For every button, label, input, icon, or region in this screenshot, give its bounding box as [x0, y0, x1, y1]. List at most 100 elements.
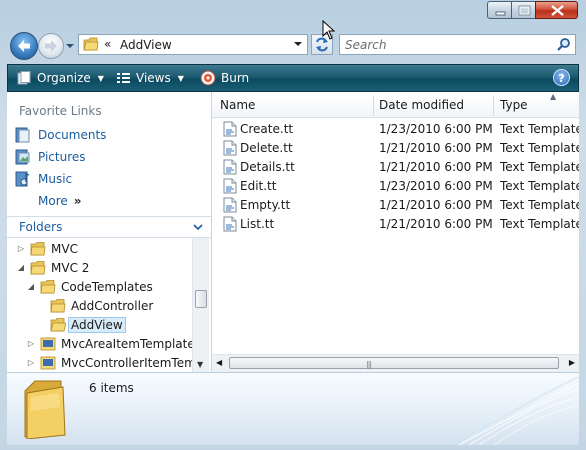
- address-dropdown-icon[interactable]: [293, 39, 303, 49]
- search-icon[interactable]: [556, 37, 571, 52]
- file-row[interactable]: Empty.tt 1/21/2010 6:00 PM Text Template: [212, 195, 579, 214]
- favorite-link-label: Pictures: [38, 150, 86, 164]
- forward-button[interactable]: [38, 33, 64, 59]
- text-template-file-icon: [223, 140, 237, 156]
- scroll-left-arrow-icon[interactable]: ◀: [216, 358, 222, 367]
- collapse-chevron-icon[interactable]: [193, 222, 203, 232]
- large-folder-icon: [24, 380, 66, 439]
- text-template-file-icon: [223, 159, 237, 175]
- folder-tree-scrollbar[interactable]: ▼: [192, 238, 209, 372]
- documents-icon: [15, 127, 30, 143]
- maximize-button[interactable]: [511, 1, 536, 19]
- text-template-file-icon: [223, 197, 237, 213]
- folder-icon: [83, 37, 99, 51]
- folders-heading: Folders: [19, 220, 63, 234]
- navigation-pane: Favorite Links Documents Pictures Music: [7, 92, 212, 372]
- address-path[interactable]: AddView: [120, 38, 172, 52]
- forward-arrow-icon: [45, 40, 57, 52]
- search-box[interactable]: [339, 34, 576, 55]
- scrollbar-thumb[interactable]: [195, 290, 207, 308]
- open-folder-icon: [50, 317, 66, 331]
- column-separator[interactable]: [373, 96, 374, 116]
- file-date-modified: 1/21/2010 6:00 PM: [379, 217, 493, 231]
- text-template-file-icon: [223, 178, 237, 194]
- file-row[interactable]: Create.tt 1/23/2010 6:00 PM Text Templat…: [212, 119, 579, 138]
- burn-button[interactable]: Burn: [200, 70, 249, 86]
- views-dropdown-icon: ▼: [177, 73, 184, 83]
- favorite-link-music[interactable]: Music: [15, 170, 72, 188]
- tree-node-label: AddController: [71, 298, 154, 313]
- file-row[interactable]: Delete.tt 1/21/2010 6:00 PM Text Templat…: [212, 138, 579, 157]
- tree-node-label: AddView: [68, 316, 126, 333]
- file-name: List.tt: [240, 217, 275, 231]
- address-breadcrumb-chevron[interactable]: «: [104, 37, 111, 51]
- close-button[interactable]: [535, 1, 578, 19]
- file-row[interactable]: List.tt 1/21/2010 6:00 PM Text Template: [212, 214, 579, 233]
- recent-pages-dropdown-icon[interactable]: [64, 40, 76, 52]
- search-input[interactable]: [345, 37, 545, 52]
- address-bar[interactable]: « AddView: [78, 34, 308, 55]
- favorite-link-label: Music: [38, 172, 73, 186]
- tree-node-mvccontrolleritemtemplate[interactable]: ▷ MvcControllerItemTempl: [26, 353, 192, 372]
- scrollbar-thumb[interactable]: |||: [229, 357, 559, 369]
- scrollbar-grip-icon: |||: [366, 360, 372, 369]
- column-separator[interactable]: [493, 96, 494, 116]
- file-date-modified: 1/21/2010 6:00 PM: [379, 198, 493, 212]
- explorer-window: « AddView Organize ▼: [0, 0, 586, 450]
- file-row[interactable]: Edit.tt 1/23/2010 6:00 PM Text Template: [212, 176, 579, 195]
- scroll-right-arrow-icon[interactable]: ▶: [569, 358, 575, 367]
- favorite-link-label: Documents: [38, 128, 107, 142]
- tree-node-mvcareaitemtemplatev2[interactable]: ▷ MvcAreaItemTemplatev2: [26, 334, 192, 353]
- file-type: Text Template: [500, 198, 579, 212]
- help-button[interactable]: ?: [553, 69, 570, 86]
- scroll-down-arrow-icon[interactable]: ▼: [197, 360, 203, 369]
- back-arrow-icon: [18, 40, 30, 52]
- tree-expander-icon[interactable]: ◢: [26, 282, 36, 291]
- organize-dropdown-icon: ▼: [97, 73, 104, 83]
- tree-node-addcontroller[interactable]: AddController: [36, 296, 153, 315]
- text-template-file-icon: [223, 121, 237, 137]
- organize-icon: [17, 70, 31, 84]
- file-name: Details.tt: [240, 160, 295, 174]
- folder-icon: [30, 260, 46, 274]
- column-header-date-modified[interactable]: Date modified: [379, 98, 464, 112]
- tree-node-label: MVC: [51, 241, 78, 256]
- file-row[interactable]: Details.tt 1/21/2010 6:00 PM Text Templa…: [212, 157, 579, 176]
- tree-node-addview[interactable]: AddView: [36, 315, 126, 334]
- column-header-type[interactable]: Type: [500, 98, 528, 112]
- tree-expander-icon[interactable]: ◢: [16, 263, 26, 272]
- music-icon: [15, 171, 30, 187]
- views-button[interactable]: Views ▼: [116, 70, 184, 86]
- folder-tree: ▷ MVC ◢ MVC 2 ◢ CodeTemplates AddControl…: [7, 238, 192, 372]
- tree-expander-icon[interactable]: ▷: [16, 244, 26, 253]
- organize-button[interactable]: Organize ▼: [17, 70, 104, 86]
- file-date-modified: 1/23/2010 6:00 PM: [379, 122, 493, 136]
- minimize-button[interactable]: [487, 1, 512, 19]
- tree-expander-icon[interactable]: ▷: [26, 358, 36, 367]
- tree-node-label: MvcAreaItemTemplatev2: [61, 336, 192, 351]
- back-button[interactable]: [10, 32, 38, 60]
- file-name: Edit.tt: [240, 179, 277, 193]
- template-folder-icon: [40, 356, 56, 369]
- favorite-link-pictures[interactable]: Pictures: [15, 148, 86, 166]
- file-type: Text Template: [500, 160, 579, 174]
- file-date-modified: 1/23/2010 6:00 PM: [379, 179, 493, 193]
- tree-node-mvc[interactable]: ▷ MVC: [16, 239, 78, 258]
- tree-node-label: MvcControllerItemTempl: [61, 355, 192, 370]
- folder-icon: [50, 298, 66, 312]
- burn-label: Burn: [221, 71, 250, 85]
- favorite-link-documents[interactable]: Documents: [15, 126, 106, 144]
- column-header-name[interactable]: Name: [220, 98, 255, 112]
- more-links-button[interactable]: More »: [38, 192, 82, 210]
- tree-expander-icon[interactable]: ▷: [26, 339, 36, 348]
- tree-node-codetemplates[interactable]: ◢ CodeTemplates: [26, 277, 153, 296]
- mouse-cursor-icon: [322, 20, 336, 40]
- file-type: Text Template: [500, 122, 579, 136]
- minimize-icon: [495, 11, 506, 16]
- burn-disc-icon: [200, 70, 216, 86]
- tree-node-mvc2[interactable]: ◢ MVC 2: [16, 258, 89, 277]
- file-list-horizontal-scrollbar[interactable]: ◀ ||| ▶: [212, 354, 579, 372]
- file-date-modified: 1/21/2010 6:00 PM: [379, 141, 493, 155]
- folders-header[interactable]: Folders: [7, 216, 211, 238]
- tree-node-label: CodeTemplates: [61, 279, 153, 294]
